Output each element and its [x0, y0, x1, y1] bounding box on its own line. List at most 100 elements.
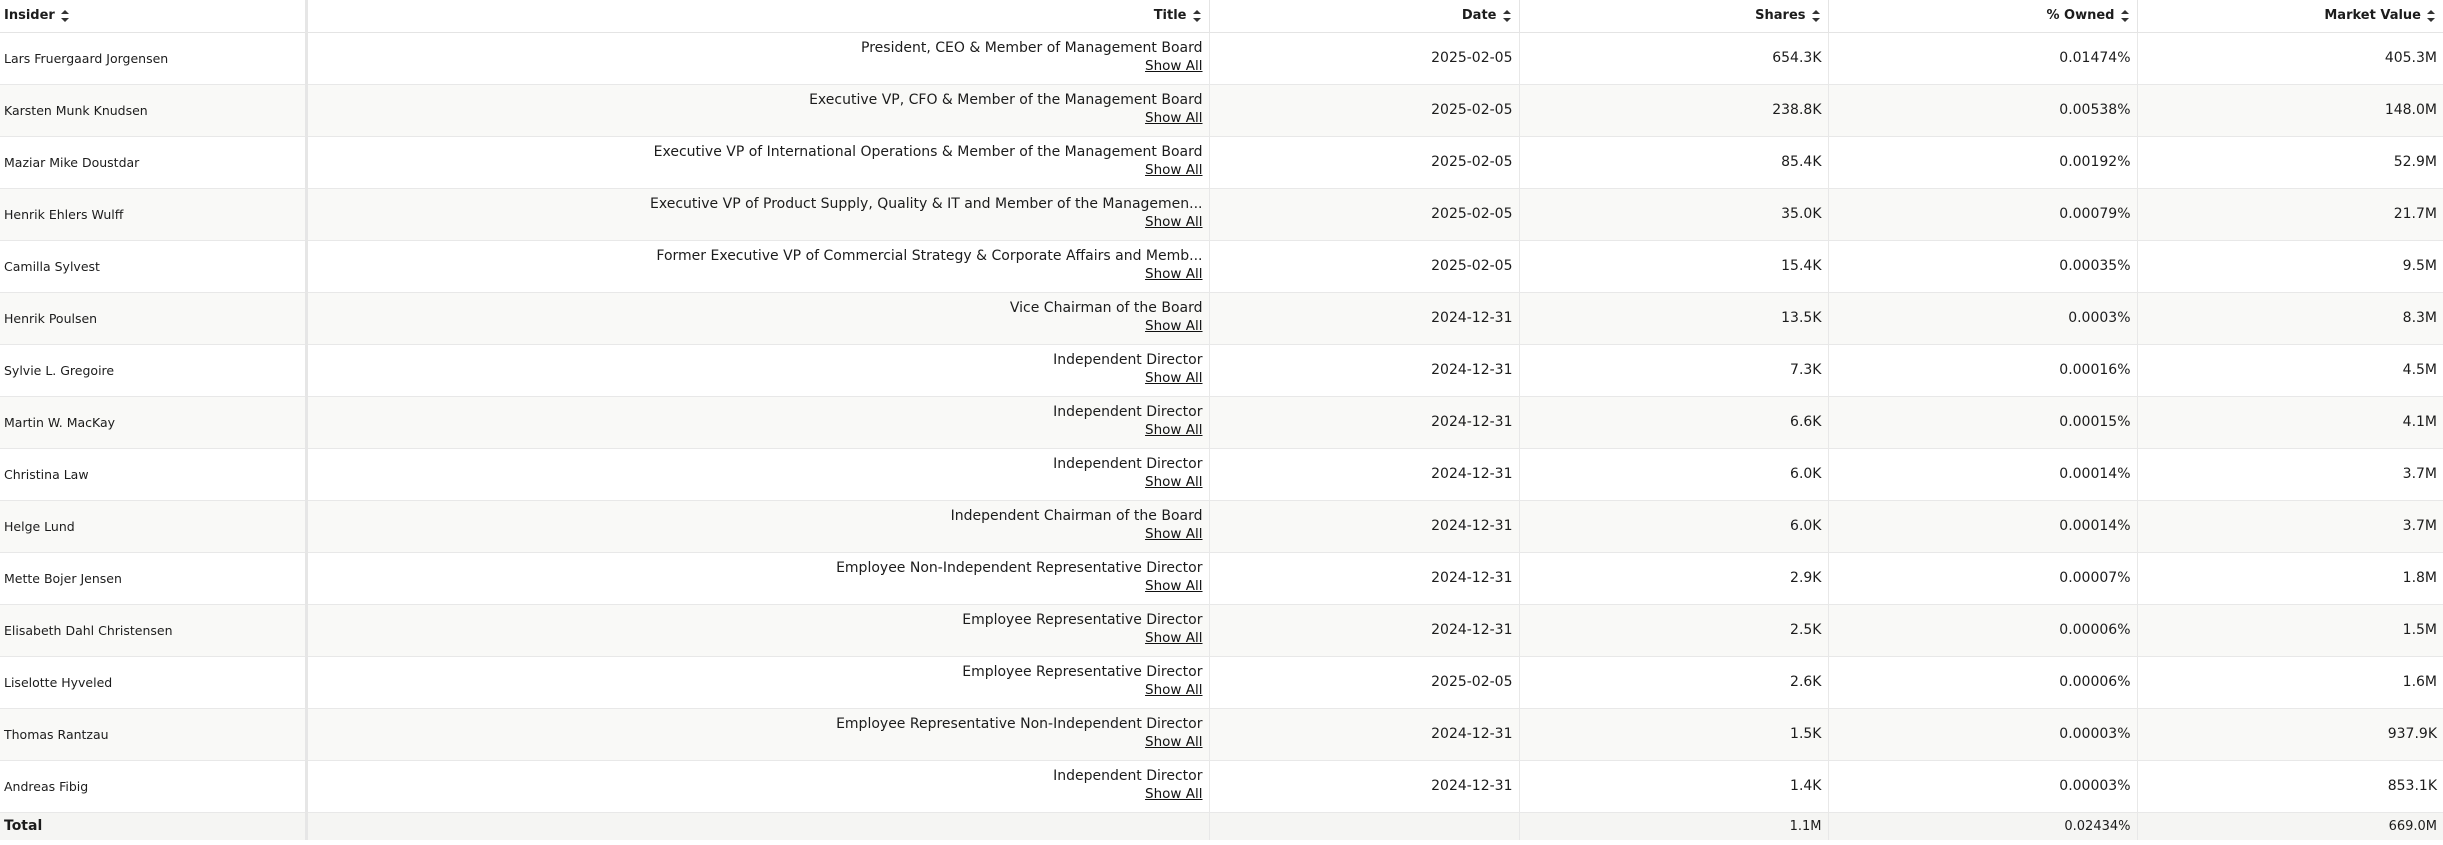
- sort-icon[interactable]: [1811, 9, 1820, 23]
- shares-value: 2.6K: [1519, 656, 1829, 709]
- insider-title-cell: Executive VP of International Operations…: [306, 136, 1210, 189]
- total-shares: 1.1M: [1519, 812, 1829, 840]
- column-header-label: Shares: [1755, 8, 1806, 24]
- column-header-label: % Owned: [2046, 8, 2115, 24]
- owned-percent: 0.00035%: [1828, 240, 2138, 293]
- insider-title: Independent Director: [1053, 352, 1203, 368]
- insider-name: Martin W. MacKay: [0, 396, 308, 449]
- table-row: Maziar Mike Doustdar Executive VP of Inte…: [0, 136, 2443, 189]
- insider-name: Karsten Munk Knudsen: [0, 84, 308, 137]
- insider-name: Thomas Rantzau: [0, 708, 308, 761]
- show-all-link[interactable]: Show All: [314, 785, 1202, 803]
- table-row: Elisabeth Dahl Christensen Employee Repre…: [0, 604, 2443, 657]
- filing-date: 2025-02-05: [1209, 240, 1520, 293]
- insider-title: Employee Representative Director: [962, 664, 1203, 680]
- shares-value: 654.3K: [1519, 32, 1829, 85]
- insider-title-cell: Independent Director Show All: [306, 344, 1210, 397]
- owned-percent: 0.00006%: [1828, 656, 2138, 709]
- owned-percent: 0.00192%: [1828, 136, 2138, 189]
- filing-date: 2024-12-31: [1209, 604, 1520, 657]
- owned-percent: 0.0003%: [1828, 292, 2138, 345]
- table-row: Henrik Poulsen Vice Chairman of the Board…: [0, 292, 2443, 345]
- show-all-link[interactable]: Show All: [314, 317, 1202, 335]
- insider-name: Mette Bojer Jensen: [0, 552, 308, 605]
- shares-value: 6.0K: [1519, 448, 1829, 501]
- sort-icon[interactable]: [1192, 9, 1201, 23]
- insider-title-cell: Vice Chairman of the Board Show All: [306, 292, 1210, 345]
- market-value: 3.7M: [2137, 500, 2443, 553]
- insider-name: Henrik Poulsen: [0, 292, 308, 345]
- column-header-label: Market Value: [2324, 8, 2421, 24]
- insider-name: Helge Lund: [0, 500, 308, 553]
- insider-title: Employee Non-Independent Representative …: [836, 560, 1203, 576]
- filing-date: 2025-02-05: [1209, 136, 1520, 189]
- show-all-link[interactable]: Show All: [314, 57, 1202, 75]
- show-all-link[interactable]: Show All: [314, 421, 1202, 439]
- owned-percent: 0.01474%: [1828, 32, 2138, 85]
- market-value: 937.9K: [2137, 708, 2443, 761]
- shares-value: 13.5K: [1519, 292, 1829, 345]
- total-owned: 0.02434%: [1828, 812, 2138, 840]
- total-date-empty: [1209, 812, 1520, 840]
- insider-title-cell: Employee Representative Director Show All: [306, 604, 1210, 657]
- market-value: 853.1K: [2137, 760, 2443, 813]
- insider-title-cell: Employee Non-Independent Representative …: [306, 552, 1210, 605]
- show-all-link[interactable]: Show All: [314, 265, 1202, 283]
- owned-percent: 0.00014%: [1828, 500, 2138, 553]
- total-label: Total: [0, 812, 308, 840]
- column-header-title[interactable]: Title: [306, 0, 1210, 33]
- market-value: 1.5M: [2137, 604, 2443, 657]
- column-header-owned[interactable]: % Owned: [1828, 0, 2138, 33]
- column-header-label: Date: [1461, 8, 1497, 24]
- filing-date: 2025-02-05: [1209, 188, 1520, 241]
- table-row: Karsten Munk Knudsen Executive VP, CFO & …: [0, 84, 2443, 137]
- owned-percent: 0.00538%: [1828, 84, 2138, 137]
- filing-date: 2024-12-31: [1209, 500, 1520, 553]
- table-row: Camilla Sylvest Former Executive VP of Co…: [0, 240, 2443, 293]
- filing-date: 2025-02-05: [1209, 656, 1520, 709]
- show-all-link[interactable]: Show All: [314, 213, 1202, 231]
- show-all-link[interactable]: Show All: [314, 629, 1202, 647]
- shares-value: 85.4K: [1519, 136, 1829, 189]
- shares-value: 15.4K: [1519, 240, 1829, 293]
- show-all-link[interactable]: Show All: [314, 369, 1202, 387]
- shares-value: 35.0K: [1519, 188, 1829, 241]
- sort-icon[interactable]: [2120, 9, 2129, 23]
- insider-title-cell: Executive VP, CFO & Member of the Manage…: [306, 84, 1210, 137]
- shares-value: 7.3K: [1519, 344, 1829, 397]
- filing-date: 2024-12-31: [1209, 396, 1520, 449]
- column-header-insider[interactable]: Insider: [0, 0, 308, 33]
- insider-title: Independent Chairman of the Board: [950, 508, 1203, 524]
- show-all-link[interactable]: Show All: [314, 161, 1202, 179]
- shares-value: 238.8K: [1519, 84, 1829, 137]
- shares-value: 6.6K: [1519, 396, 1829, 449]
- show-all-link[interactable]: Show All: [314, 577, 1202, 595]
- filing-date: 2025-02-05: [1209, 84, 1520, 137]
- column-header-shares[interactable]: Shares: [1519, 0, 1829, 33]
- table-body: Lars Fruergaard Jorgensen President, CEO …: [0, 32, 2443, 813]
- show-all-link[interactable]: Show All: [314, 525, 1202, 543]
- market-value: 4.1M: [2137, 396, 2443, 449]
- insider-name: Elisabeth Dahl Christensen: [0, 604, 308, 657]
- insider-name: Henrik Ehlers Wulff: [0, 188, 308, 241]
- insider-title-cell: President, CEO & Member of Management Bo…: [306, 32, 1210, 85]
- sort-icon[interactable]: [1502, 9, 1511, 23]
- table-row: Mette Bojer Jensen Employee Non-Independe…: [0, 552, 2443, 605]
- show-all-link[interactable]: Show All: [314, 473, 1202, 491]
- sort-icon[interactable]: [2427, 9, 2435, 23]
- show-all-link[interactable]: Show All: [314, 733, 1202, 751]
- show-all-link[interactable]: Show All: [314, 681, 1202, 699]
- show-all-link[interactable]: Show All: [314, 109, 1202, 127]
- filing-date: 2024-12-31: [1209, 292, 1520, 345]
- insider-holdings-table: Insider Title Date Shares % Owned Market…: [0, 0, 2443, 840]
- insider-name: Camilla Sylvest: [0, 240, 308, 293]
- insider-title-cell: Employee Representative Director Show All: [306, 656, 1210, 709]
- owned-percent: 0.00007%: [1828, 552, 2138, 605]
- owned-percent: 0.00079%: [1828, 188, 2138, 241]
- table-row: Helge Lund Independent Chairman of the Bo…: [0, 500, 2443, 553]
- column-header-date[interactable]: Date: [1209, 0, 1520, 33]
- owned-percent: 0.00016%: [1828, 344, 2138, 397]
- owned-percent: 0.00014%: [1828, 448, 2138, 501]
- sort-icon[interactable]: [60, 9, 69, 23]
- column-header-market-value[interactable]: Market Value: [2137, 0, 2443, 33]
